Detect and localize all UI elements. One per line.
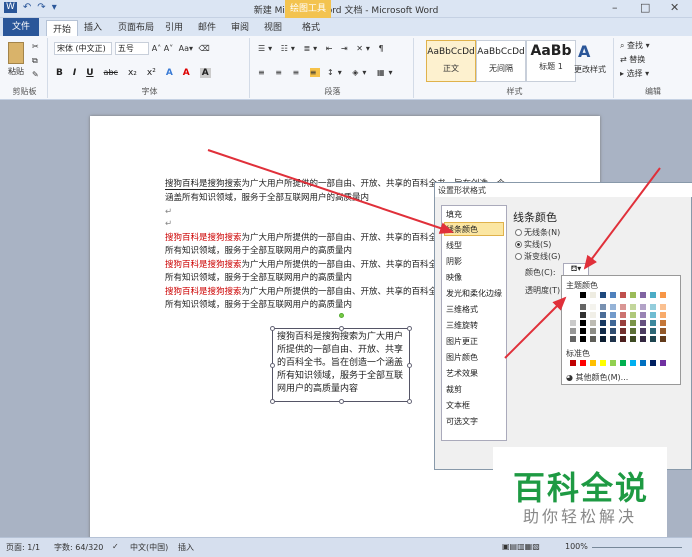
watermark: 百科全说 助你轻松解决: [493, 447, 667, 537]
watermark-subtitle: 助你轻松解决: [523, 507, 638, 526]
view-buttons-icon[interactable]: ▣▤▥▦▧: [502, 542, 540, 551]
status-page[interactable]: 页面: 1/1: [6, 542, 40, 553]
proofing-icon[interactable]: ✓: [112, 542, 119, 551]
status-bar: 页面: 1/1 字数: 64/320 ✓ 中文(中国) 插入 ▣▤▥▦▧ 100…: [0, 537, 692, 557]
status-words[interactable]: 字数: 64/320: [54, 542, 103, 553]
status-language[interactable]: 中文(中国): [130, 542, 168, 553]
zoom-level[interactable]: 100%: [565, 542, 588, 551]
status-insert-mode[interactable]: 插入: [178, 542, 194, 553]
arrow-to-color-button: [583, 167, 661, 270]
arrow-to-line-color: [207, 149, 454, 234]
zoom-slider[interactable]: [592, 547, 682, 548]
arrow-to-palette: [504, 296, 567, 359]
